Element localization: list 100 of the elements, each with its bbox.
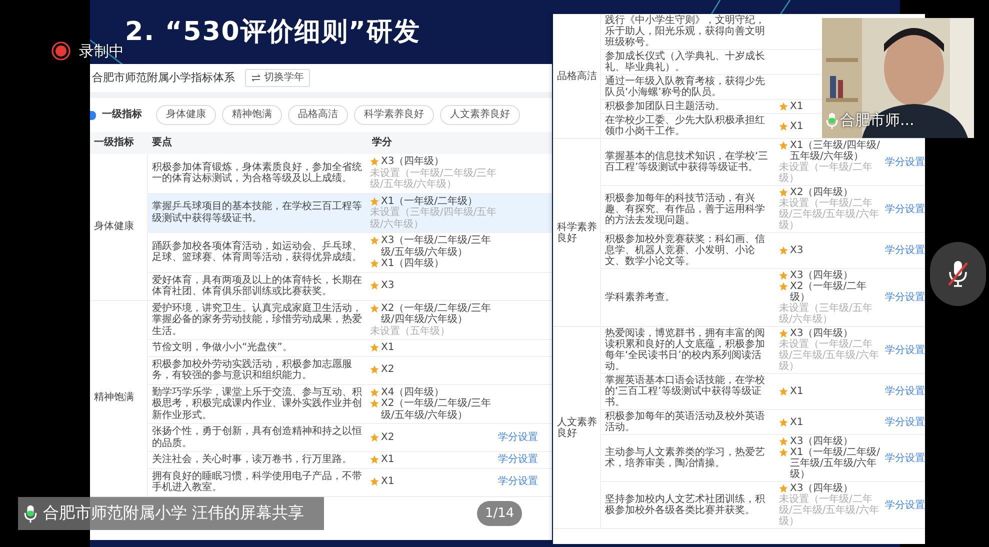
page-counter: 1/14 xyxy=(477,501,522,526)
star-icon xyxy=(779,282,788,291)
credit-text: 未设置（五年级） xyxy=(370,326,450,337)
point-text: 热爱阅读，博览群书，拥有丰富的阅读积累和良好的人文底蕴，积极参加每年‘全民读书日’的校内系列阅读活动。 xyxy=(605,328,765,372)
point-text: 爱护环境，讲究卫生。认真完成家庭卫生活动，掌握必备的家务劳动技能，珍惜劳动成果，热爱生活。 xyxy=(152,302,362,336)
group-label: 品格高洁 xyxy=(557,70,597,82)
credit-text: X1 xyxy=(381,476,394,488)
column-header: 要点 xyxy=(151,137,173,149)
participant-name: 合肥市师... xyxy=(840,111,914,130)
credit-text: 未设置（三年级/四年级/五年级/六年级） xyxy=(370,207,498,230)
credit-settings-link[interactable]: 学分设置 xyxy=(498,476,538,488)
credit-settings-link[interactable]: 学分设置 xyxy=(885,292,925,303)
credit-text: X3（四年级） xyxy=(790,483,854,494)
point-text: 节俭文明，争做小小“光盘侠”。 xyxy=(152,342,292,353)
point-text: 踊跃参加校各项体育活动，如运动会、乒乓球、足球、篮球赛、体育周等活动，获得优异成绩。 xyxy=(152,240,362,264)
credit-settings-link[interactable]: 学分设置 xyxy=(498,454,538,465)
credit-settings-link[interactable]: 学分设置 xyxy=(885,416,925,428)
credit-settings-link[interactable]: 学分设置 xyxy=(885,156,925,168)
star-icon xyxy=(779,271,788,280)
credit-settings-link[interactable]: 学分设置 xyxy=(885,204,925,214)
credit-settings-link[interactable]: 学分设置 xyxy=(498,432,538,443)
switch-year-button[interactable]: 切换学年 xyxy=(245,69,310,87)
star-icon xyxy=(779,329,788,338)
star-icon xyxy=(779,418,788,426)
filter-chip[interactable]: 品格高洁 xyxy=(288,105,348,125)
credit-text: 未设置（一年级/二年级） xyxy=(779,162,874,184)
point-text: 积极参加每年的英语活动及校外英语活动。 xyxy=(605,411,765,433)
point-text: 积极参加校外劳动实践活动，积极参加志愿服务，有较强的参与意识和组织能力。 xyxy=(152,358,352,381)
point-text: 通过一年级入队教育考核，获得少先队员‘小海螺’称号的队员。 xyxy=(605,76,765,98)
star-icon xyxy=(779,102,788,111)
credit-text: X3 xyxy=(381,280,394,292)
star-icon xyxy=(779,246,788,255)
star-icon xyxy=(370,477,379,486)
star-icon xyxy=(370,399,379,408)
credit-text: X3（四年级） xyxy=(790,270,854,281)
star-icon xyxy=(370,259,379,268)
credit-text: X1 xyxy=(790,120,804,132)
point-text: 积极参加团队日主题活动。 xyxy=(605,101,725,112)
star-icon xyxy=(779,484,788,493)
credit-text: X1（一年级/二年级） xyxy=(381,196,478,206)
point-text: 践行《中小学生守则》，文明守纪，乐于助人，阳光乐观，获得向善文明班级称号。 xyxy=(605,15,765,48)
credit-text: X2（四年级） xyxy=(790,187,854,198)
group-label: 身体健康 xyxy=(94,221,134,232)
credit-text: X3（一年级/二年级/三年级/五年级/六年级） xyxy=(381,235,492,258)
point-text: 积极参加每年的科技节活动，有兴趣、有探究、有作品，善于运用科学的方法去发现问题。 xyxy=(605,192,765,226)
credit-text: X1 xyxy=(790,416,804,428)
credit-settings-link[interactable]: 学分设置 xyxy=(885,386,925,397)
credit-text: X1（四年级） xyxy=(381,258,444,270)
credit-text: X3（四年级） xyxy=(790,436,854,447)
point-text: 张扬个性，勇于创新，具有创造精神和持之以恒的品质。 xyxy=(152,426,362,448)
credit-settings-link[interactable]: 学分设置 xyxy=(885,344,925,356)
credit-settings-link[interactable]: 学分设置 xyxy=(885,452,925,464)
star-icon xyxy=(370,281,379,290)
point-text: 积极参加体育锻炼，身体素质良好，参加全省统一的体育达标测试，为合格等级及以上成绩。 xyxy=(152,162,362,184)
column-header: 学分 xyxy=(371,137,393,149)
point-text: 坚持参加校内人文艺术社团训练，积极参加校外各级各类比赛并获奖。 xyxy=(605,494,765,516)
credit-text: X1 xyxy=(790,386,804,397)
point-text: 拥有良好的睡眠习惯，科学使用电子产品，不带手机进入教室。 xyxy=(152,470,362,493)
credit-text: X3 xyxy=(790,245,804,256)
point-text: 掌握英语基本口语会话技能，在学校的‘三百工程’等级测试中获得等级证书。 xyxy=(605,375,765,408)
credit-text: X3（四年级） xyxy=(381,156,444,168)
star-icon xyxy=(370,157,379,166)
credit-text: 未设置（一年级/二年级/三年级/五年级/六年级） xyxy=(370,168,498,190)
credit-text: X2（一年级/二年级/三年级/五年级/六年级） xyxy=(381,398,492,421)
credit-text: X2（一年级/二年级/三年级/四年级/六年级） xyxy=(381,302,492,326)
point-text: 参加成长仪式（入学典礼、十岁成长礼、毕业典礼）。 xyxy=(605,51,765,73)
credit-text: X2（一年级/二年级） xyxy=(790,281,868,303)
page-title: 合肥市师范附属小学指标体系 xyxy=(92,72,235,84)
credit-settings-link[interactable]: 学分设置 xyxy=(885,500,925,510)
point-text: 关注社会，关心时事，读万卷书，行万里路。 xyxy=(152,454,352,465)
muted-microphone-icon xyxy=(946,259,970,289)
group-label: 科学素养良好 xyxy=(557,222,598,244)
credit-text: 未设置（三年级/五年级/六年级） xyxy=(779,303,874,325)
recording-label: 录制中 xyxy=(79,42,124,60)
filter-chip[interactable]: 精神饱满 xyxy=(222,105,282,125)
credit-settings-link[interactable]: 学分设置 xyxy=(885,245,925,256)
star-icon xyxy=(370,455,379,464)
slide-title: 2. “530评价细则”研发 xyxy=(125,16,420,49)
marker-icon xyxy=(90,110,96,120)
filter-chip[interactable]: 人文素养良好 xyxy=(440,105,520,125)
star-icon xyxy=(370,304,379,312)
star-icon xyxy=(370,236,379,245)
group-label: 人文素养良好 xyxy=(557,416,598,438)
star-icon xyxy=(370,432,379,442)
credit-text: X1 xyxy=(381,342,394,354)
credit-text: 未设置（一年级/二年级/三年级/五年级/六年级） xyxy=(779,494,880,527)
star-icon xyxy=(370,388,379,396)
point-text: 主动参与人文素养类的学习，热爱艺术，培养审美，陶冶情操。 xyxy=(605,447,765,469)
credit-text: X2 xyxy=(381,432,394,444)
credit-text: X1 xyxy=(381,454,394,466)
filter-chip[interactable]: 身体健康 xyxy=(156,105,216,125)
recording-dot-icon xyxy=(51,41,71,61)
star-icon xyxy=(779,188,788,197)
swap-icon xyxy=(251,74,261,82)
credit-text: X4（四年级） xyxy=(381,386,444,398)
filter-chip[interactable]: 科学素养良好 xyxy=(354,105,434,125)
star-icon xyxy=(779,448,788,457)
star-icon xyxy=(779,387,788,396)
microphone-icon xyxy=(826,112,838,130)
column-header: 一级指标 xyxy=(93,137,135,149)
